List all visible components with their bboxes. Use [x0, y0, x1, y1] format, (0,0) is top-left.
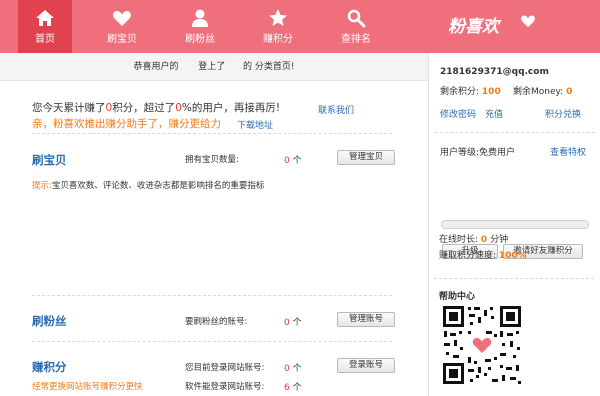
nav-zhuan-jifen[interactable]: 赚积分	[251, 0, 305, 53]
banner-category: 分类首页!	[254, 62, 295, 72]
help-center-title: 帮助中心	[439, 292, 476, 302]
manage-baobei-button[interactable]: 管理宝贝	[337, 150, 395, 165]
tip-label: 提示:	[32, 181, 52, 191]
qr-code-icon[interactable]	[440, 303, 524, 387]
software-login-label: 软件能登录网站账号:	[185, 382, 265, 392]
online-time-value: 0	[480, 235, 488, 245]
remaining-money: 剩余Money: 0	[513, 84, 572, 97]
summary-text-3: %的用户，再接再厉!	[181, 102, 281, 114]
divider	[32, 341, 392, 342]
fensi-account-label: 要刷粉丝的账号:	[185, 317, 248, 327]
user-email: 2181629371@qq.com	[440, 67, 549, 77]
fensi-count-value: 0	[284, 318, 290, 328]
baobei-count-unit: 个	[292, 156, 302, 166]
nav-shua-fensi[interactable]: 刷粉丝	[173, 0, 227, 53]
divider	[434, 278, 594, 279]
jifen-login-label: 您目前登录网站账号:	[185, 363, 265, 373]
logo-text: 粉喜欢	[448, 17, 499, 37]
download-link[interactable]: 下载地址	[237, 118, 273, 131]
divider	[32, 295, 392, 296]
change-password-link[interactable]: 修改密码	[440, 107, 476, 120]
section-title-jifen[interactable]: 赚积分	[32, 359, 67, 375]
star-icon	[269, 9, 287, 26]
jifen-login-count: 0 个	[284, 361, 302, 374]
divider	[32, 133, 392, 134]
search-icon	[347, 9, 366, 28]
software-login-count-value: 6	[284, 383, 290, 393]
online-stats: 在线时长: 0 分钟 赚取积分速度: 100%	[428, 228, 600, 278]
daily-summary: 您今天累计赚了0积分，超过了0%的用户，再接再厉!	[32, 100, 280, 115]
view-privileges-link[interactable]: 查看特权	[550, 145, 586, 158]
user-level: 用户等级:免费用户	[440, 148, 516, 158]
recharge-link[interactable]: 充值	[485, 107, 503, 120]
jifen-subtitle: 经常更换网站账号赚积分更快	[32, 382, 143, 392]
help-center: 帮助中心	[428, 286, 600, 396]
summary-text-1: 您今天累计赚了	[32, 102, 106, 114]
main-content: 您今天累计赚了0积分，超过了0%的用户，再接再厉! 联系我们 亲，粉喜欢推出赚分…	[0, 81, 428, 396]
remaining-money-label: 剩余Money:	[513, 87, 564, 97]
baobei-count: 0 个	[284, 153, 302, 166]
software-login-count-unit: 个	[292, 383, 302, 393]
online-time: 在线时长: 0 分钟	[439, 232, 508, 245]
user-icon	[192, 9, 208, 27]
manage-account-button[interactable]: 管理账号	[337, 312, 395, 327]
section-title-baobei[interactable]: 刷宝贝	[32, 152, 67, 168]
summary-percent: 0	[175, 102, 182, 114]
heart-icon	[113, 11, 131, 26]
baobei-tip: 提示:宝贝喜欢数、评论数、收进杂志都是影响排名的重要指标	[32, 179, 264, 191]
jifen-login-count-unit: 个	[292, 364, 302, 374]
nav-zhuan-jifen-label: 赚积分	[263, 34, 293, 45]
fensi-count-unit: 个	[292, 318, 302, 328]
nav-home-label: 首页	[35, 34, 55, 45]
notice-banner: 恭喜用户的 登上了 的 分类首页!	[0, 53, 428, 81]
nav-home[interactable]: 首页	[18, 0, 72, 53]
section-title-fensi[interactable]: 刷粉丝	[32, 313, 67, 329]
earning-speed: 赚取积分速度: 100%	[439, 248, 527, 261]
points-exchange-link[interactable]: 积分兑换	[545, 107, 581, 120]
tip-text: 宝贝喜欢数、评论数、收进杂志都是影响排名的重要指标	[51, 181, 265, 191]
nav-cha-paiming[interactable]: 查排名	[329, 0, 383, 53]
earning-speed-value: 100%	[498, 251, 527, 261]
top-nav-bar: 首页 刷宝贝 刷粉丝 赚积分 查排名 粉喜欢	[0, 0, 600, 53]
logo: 粉喜欢	[448, 12, 598, 40]
nav-shua-baobei[interactable]: 刷宝贝	[95, 0, 149, 53]
online-time-unit: 分钟	[490, 235, 509, 245]
logo-heart-icon	[521, 15, 535, 28]
home-icon	[36, 10, 54, 26]
online-time-label: 在线时长:	[439, 235, 479, 245]
banner-de: 的	[243, 62, 253, 72]
baobei-count-label: 拥有宝贝数量:	[185, 155, 239, 165]
remaining-money-value: 0	[566, 87, 573, 97]
nav-shua-fensi-label: 刷粉丝	[185, 34, 215, 45]
jifen-login-count-value: 0	[284, 364, 290, 374]
software-login-count: 6 个	[284, 380, 302, 393]
nav-cha-paiming-label: 查排名	[341, 34, 371, 45]
banner-prefix: 恭喜用户的	[133, 62, 179, 72]
nav-shua-baobei-label: 刷宝贝	[107, 34, 137, 45]
login-account-button[interactable]: 登录账号	[337, 358, 395, 373]
remaining-points-value: 100	[481, 87, 501, 97]
remaining-points: 剩余积分: 100	[440, 84, 501, 97]
earning-speed-label: 赚取积分速度:	[439, 251, 497, 261]
fensi-count: 0 个	[284, 315, 302, 328]
remaining-points-label: 剩余积分:	[440, 87, 480, 97]
contact-us-link[interactable]: 联系我们	[318, 103, 354, 116]
divider	[435, 132, 595, 133]
summary-text-2: 积分，超过了	[112, 102, 176, 114]
banner-verb: 登上了	[198, 62, 226, 72]
promo-text: 亲，粉喜欢推出赚分助手了，赚分更给力	[32, 118, 221, 130]
baobei-count-value: 0	[284, 156, 290, 166]
